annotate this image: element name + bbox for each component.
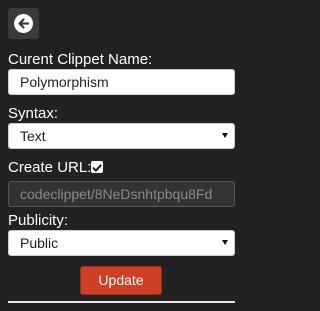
syntax-label: Syntax: — [8, 105, 59, 122]
arrow-left-circle-icon — [14, 14, 33, 33]
back-button[interactable] — [8, 8, 39, 39]
publicity-select[interactable]: Public — [8, 230, 235, 256]
chevron-down-icon — [222, 133, 228, 138]
checkmark-icon — [92, 164, 102, 172]
divider — [8, 301, 235, 303]
create-url-label: Create URL: — [8, 159, 92, 176]
update-button[interactable]: Update — [80, 266, 162, 295]
publicity-selected-value: Public — [20, 235, 59, 251]
create-url-checkbox[interactable] — [91, 161, 103, 173]
clippet-name-label: Curent Clippet Name: — [8, 51, 153, 68]
publicity-label: Publicity: — [8, 212, 69, 229]
url-input[interactable]: codeclippet/8NeDsnhtpbqu8Fd — [8, 181, 235, 207]
chevron-down-icon — [222, 240, 228, 245]
syntax-selected-value: Text — [20, 128, 46, 144]
clippet-name-input[interactable]: Polymorphism — [8, 69, 235, 95]
syntax-select[interactable]: Text — [8, 123, 235, 149]
